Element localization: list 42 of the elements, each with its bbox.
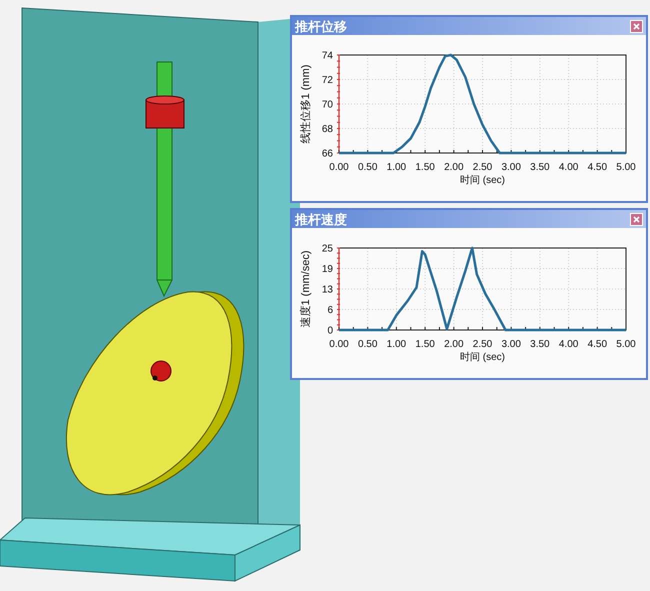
y-tick-label: 19 bbox=[322, 264, 333, 275]
y-tick-label: 6 bbox=[327, 305, 333, 316]
x-tick-label: 0.50 bbox=[358, 339, 378, 350]
window-title: 推杆位移 bbox=[295, 20, 347, 32]
y-axis-title: 速度1 (mm/sec) bbox=[300, 250, 312, 328]
close-button[interactable] bbox=[630, 20, 643, 32]
x-tick-label: 4.00 bbox=[558, 162, 578, 173]
x-tick-label: 2.00 bbox=[444, 162, 464, 173]
y-tick-label: 70 bbox=[322, 100, 333, 110]
x-tick-label: 2.50 bbox=[472, 339, 492, 350]
y-tick-label: 72 bbox=[322, 75, 333, 86]
window-title: 推杆速度 bbox=[295, 212, 347, 226]
x-tick-label: 1.50 bbox=[415, 162, 435, 173]
x-tick-label: 1.00 bbox=[386, 162, 406, 173]
x-tick-label: 3.00 bbox=[501, 162, 521, 173]
y-tick-label: 25 bbox=[322, 244, 333, 254]
y-tick-label: 68 bbox=[322, 124, 333, 135]
x-tick-label: 3.50 bbox=[530, 339, 550, 350]
close-icon bbox=[633, 216, 640, 222]
x-axis-title: 时间 (sec) bbox=[460, 352, 505, 363]
x-axis-title: 时间 (sec) bbox=[460, 175, 505, 186]
x-tick-label: 0.00 bbox=[329, 162, 349, 173]
x-tick-label: 0.50 bbox=[358, 162, 378, 173]
x-tick-label: 5.00 bbox=[616, 339, 636, 350]
y-tick-label: 0 bbox=[327, 326, 333, 336]
y-axis-title: 线性位移1 (mm) bbox=[300, 64, 312, 144]
x-tick-label: 1.50 bbox=[415, 339, 435, 350]
y-tick-label: 13 bbox=[322, 284, 333, 296]
x-tick-label: 1.00 bbox=[386, 339, 406, 350]
x-tick-label: 2.50 bbox=[472, 162, 492, 173]
close-icon bbox=[633, 22, 640, 30]
x-tick-label: 2.00 bbox=[444, 339, 464, 350]
x-tick-label: 0.00 bbox=[329, 339, 349, 350]
x-tick-label: 3.00 bbox=[501, 339, 521, 350]
x-tick-label: 4.50 bbox=[588, 339, 608, 350]
y-tick-label: 66 bbox=[322, 148, 333, 160]
x-tick-label: 4.50 bbox=[588, 162, 608, 173]
x-tick-label: 5.00 bbox=[616, 162, 636, 173]
x-tick-label: 3.50 bbox=[530, 162, 550, 173]
close-button[interactable] bbox=[630, 212, 643, 226]
y-tick-label: 74 bbox=[322, 50, 333, 62]
x-tick-label: 4.00 bbox=[558, 339, 578, 350]
